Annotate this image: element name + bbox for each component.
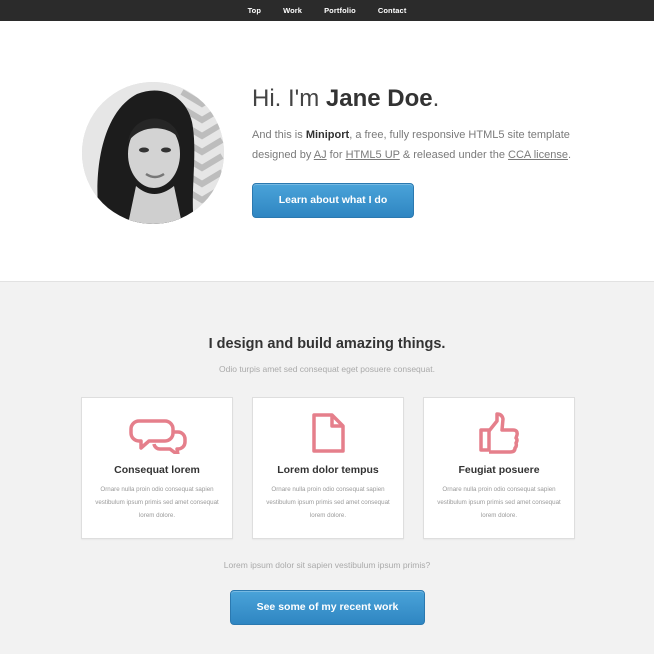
- avatar: [82, 82, 224, 224]
- section-title: I design and build amazing things.: [208, 336, 446, 352]
- hero-text: Hi. I'm Jane Doe. And this is Miniport, …: [252, 84, 612, 165]
- card-text: Ornare nulla proin odio consequat sapien…: [95, 486, 219, 519]
- learn-more-button[interactable]: Learn about what I do: [252, 183, 414, 218]
- html5up-link[interactable]: HTML5 UP: [346, 149, 400, 161]
- hero-intro: And this is Miniport, a free, fully resp…: [252, 126, 582, 165]
- card-title: Consequat lorem: [114, 464, 200, 476]
- thumbs-up-icon: [479, 412, 519, 454]
- nav-item-contact[interactable]: Contact: [367, 6, 418, 15]
- hero-name: Jane Doe: [325, 85, 433, 112]
- nav-item-top[interactable]: Top: [237, 6, 273, 15]
- card-text: Ornare nulla proin odio consequat sapien…: [266, 486, 390, 519]
- feature-card: Consequat lorem Ornare nulla proin odio …: [81, 397, 233, 539]
- section-subtitle: Odio turpis amet sed consequat eget posu…: [219, 364, 435, 374]
- card-title: Feugiat posuere: [458, 464, 540, 476]
- greeting-prefix: Hi. I'm: [252, 85, 326, 112]
- license-link[interactable]: CCA license: [508, 149, 568, 161]
- hero-greeting: Hi. I'm Jane Doe.: [252, 84, 612, 114]
- recent-work-button[interactable]: See some of my recent work: [230, 590, 425, 625]
- greeting-suffix: .: [432, 85, 440, 112]
- intro-text: for: [326, 148, 346, 161]
- work-footer-text: Lorem ipsum dolor sit sapien vestibulum …: [223, 560, 431, 570]
- nav-item-portfolio[interactable]: Portfolio: [313, 6, 367, 15]
- portrait-image: [82, 82, 224, 224]
- top-nav: Top Work Portfolio Contact: [0, 0, 654, 21]
- feature-card: Lorem dolor tempus Ornare nulla proin od…: [252, 397, 404, 539]
- card-text: Ornare nulla proin odio consequat sapien…: [437, 486, 561, 519]
- intro-text: .: [567, 148, 572, 161]
- intro-text: And this is: [252, 129, 306, 141]
- file-icon: [312, 413, 345, 453]
- intro-text: & released under the: [399, 148, 509, 161]
- nav-item-work[interactable]: Work: [272, 6, 313, 15]
- card-title: Lorem dolor tempus: [277, 464, 379, 476]
- author-link[interactable]: AJ: [314, 149, 327, 161]
- comments-icon: [129, 419, 187, 454]
- feature-card: Feugiat posuere Ornare nulla proin odio …: [423, 397, 575, 539]
- hero-section: Hi. I'm Jane Doe. And this is Miniport, …: [0, 21, 654, 282]
- template-name: Miniport: [305, 129, 350, 141]
